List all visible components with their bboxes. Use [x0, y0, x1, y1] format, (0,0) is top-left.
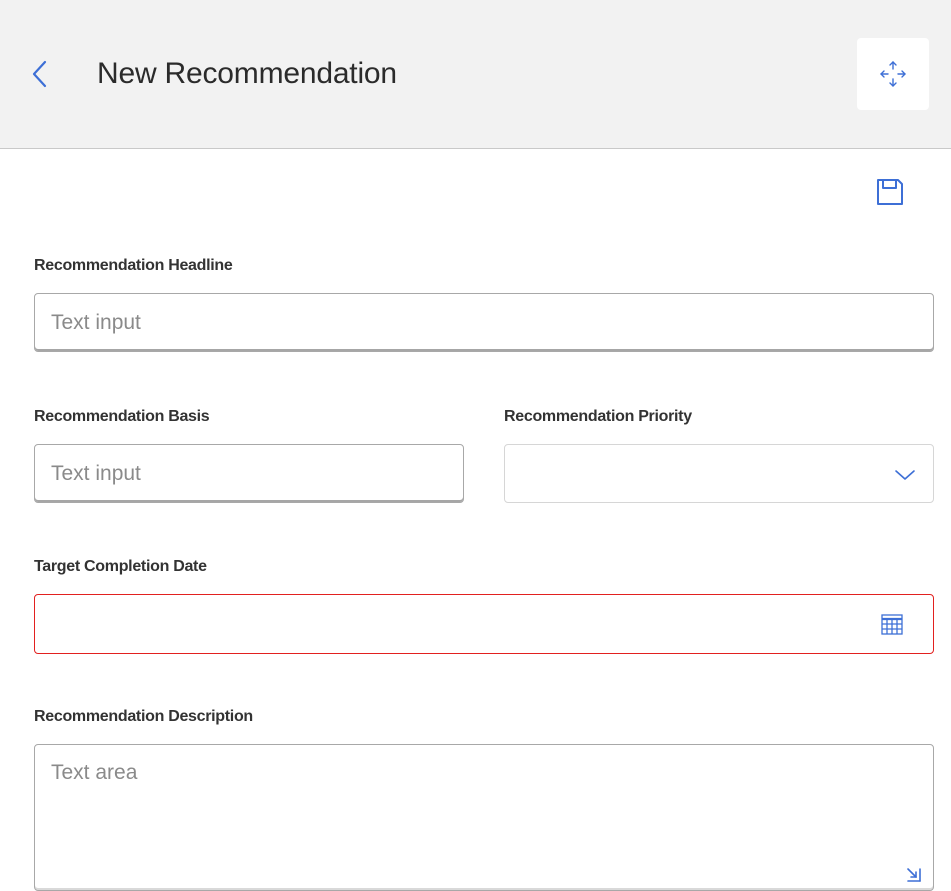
page-header: New Recommendation: [0, 0, 951, 149]
expand-button[interactable]: [857, 38, 929, 110]
move-arrows-icon: [880, 61, 906, 87]
headline-label: Recommendation Headline: [34, 257, 233, 274]
priority-select[interactable]: [504, 444, 934, 503]
description-textarea[interactable]: [34, 744, 934, 891]
chevron-down-icon: [895, 470, 915, 480]
description-label: Recommendation Description: [34, 708, 253, 725]
save-button[interactable]: [870, 172, 910, 212]
calendar-icon: [881, 614, 903, 635]
priority-label: Recommendation Priority: [504, 408, 692, 425]
calendar-button[interactable]: [877, 609, 907, 639]
basis-label: Recommendation Basis: [34, 408, 210, 425]
chevron-left-icon: [32, 60, 47, 88]
basis-input[interactable]: [34, 444, 464, 503]
page-title: New Recommendation: [97, 57, 397, 90]
target-date-label: Target Completion Date: [34, 558, 207, 575]
target-date-input[interactable]: [34, 594, 934, 654]
floppy-disk-icon: [877, 179, 903, 205]
resize-handle-icon[interactable]: [903, 864, 923, 884]
back-button[interactable]: [24, 54, 56, 94]
headline-input[interactable]: [34, 293, 934, 352]
